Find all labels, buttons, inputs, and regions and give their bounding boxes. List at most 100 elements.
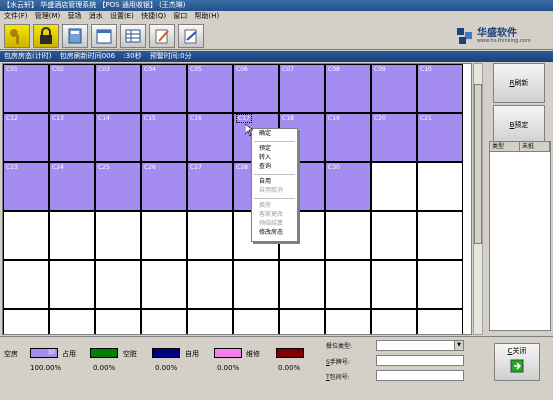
context-menu-item: 客家更改	[259, 211, 284, 218]
room-tile[interactable]: C14	[95, 113, 141, 162]
room-tile-empty[interactable]	[325, 211, 371, 260]
room-tile[interactable]: C16	[187, 113, 233, 162]
room-tile-empty[interactable]	[49, 211, 95, 260]
refresh-button[interactable]: R 刷新	[493, 63, 545, 103]
close-button-label: C关闭	[495, 346, 539, 356]
edit-button[interactable]	[149, 24, 175, 48]
menu-settings[interactable]: 设置(E)	[110, 12, 134, 20]
seat-type-select[interactable]: ▼	[376, 340, 464, 351]
room-tile[interactable]: C09	[371, 64, 417, 113]
room-tile[interactable]: C13	[49, 113, 95, 162]
room-tile[interactable]: C26	[141, 162, 187, 211]
room-tile[interactable]: C15	[141, 113, 187, 162]
menu-manage[interactable]: 管理(M)	[35, 12, 61, 20]
pencil-edit-icon	[155, 29, 169, 44]
lock-button[interactable]	[33, 24, 59, 48]
grid-scrollbar[interactable]	[473, 63, 483, 335]
menu-flow[interactable]: 消水	[89, 12, 103, 20]
room-tile-empty[interactable]	[325, 309, 371, 334]
room-label: C10	[420, 66, 432, 73]
room-tile-empty[interactable]	[371, 309, 417, 334]
room-tile[interactable]: C05	[187, 64, 233, 113]
room-label: C12	[6, 115, 18, 122]
menu-shortcuts[interactable]: 快捷(Q)	[141, 12, 166, 20]
room-tile-empty[interactable]	[417, 260, 463, 309]
scrollbar-thumb[interactable]	[474, 84, 482, 244]
menu-file[interactable]: 文件(F)	[4, 12, 28, 20]
room-tile-empty[interactable]	[49, 309, 95, 334]
room-tile-empty[interactable]	[141, 309, 187, 334]
room-tile-empty[interactable]	[371, 260, 417, 309]
room-tile[interactable]: C21	[417, 113, 463, 162]
room-tile[interactable]	[417, 162, 463, 211]
calendar-button[interactable]	[91, 24, 117, 48]
room-tile[interactable]: C08	[325, 64, 371, 113]
sign-button[interactable]	[178, 24, 204, 48]
room-tile[interactable]: C07	[279, 64, 325, 113]
room-tile-empty[interactable]	[417, 211, 463, 260]
room-label: C03	[98, 66, 110, 73]
room-label: C15	[144, 115, 156, 122]
calculator-button[interactable]	[62, 24, 88, 48]
close-button[interactable]: C关闭	[494, 343, 540, 381]
room-tile[interactable]: C12	[3, 113, 49, 162]
room-tile[interactable]: C01	[3, 64, 49, 113]
reserve-button[interactable]: B 预定	[493, 105, 545, 145]
room-tile-empty[interactable]	[417, 309, 463, 334]
room-tile-empty[interactable]	[233, 309, 279, 334]
context-menu-item[interactable]: 转入	[252, 153, 297, 162]
room-tile-empty[interactable]	[141, 260, 187, 309]
room-tile-empty[interactable]	[279, 309, 325, 334]
room-label: C30	[328, 164, 340, 171]
room-tile[interactable]: C04	[141, 64, 187, 113]
room-tile[interactable]: C03	[95, 64, 141, 113]
room-tile-empty[interactable]	[187, 260, 233, 309]
side-panel: R 刷新 B 预定 类型 未抵	[485, 63, 551, 335]
room-tile[interactable]: C02	[49, 64, 95, 113]
room-tile[interactable]: C19	[325, 113, 371, 162]
room-tile-empty[interactable]	[279, 260, 325, 309]
wristband-input[interactable]	[376, 355, 464, 366]
room-tile-empty[interactable]	[3, 211, 49, 260]
calendar-icon	[96, 29, 112, 44]
room-tile[interactable]	[371, 162, 417, 211]
room-tile-empty[interactable]	[187, 211, 233, 260]
room-tile-empty[interactable]	[95, 260, 141, 309]
context-menu-item[interactable]: 确定	[252, 129, 297, 138]
room-tile-empty[interactable]	[95, 309, 141, 334]
room-tile-empty[interactable]	[141, 211, 187, 260]
room-tile-empty[interactable]	[187, 309, 233, 334]
room-tile[interactable]: C27	[187, 162, 233, 211]
brand-url: www.hs-thinking.com	[477, 38, 531, 44]
key-button[interactable]	[4, 24, 30, 48]
context-menu-item[interactable]: 预定	[252, 144, 297, 153]
room-tile[interactable]: C24	[49, 162, 95, 211]
menu-window[interactable]: 窗口	[173, 12, 187, 20]
context-menu-item[interactable]: 查询	[252, 162, 297, 171]
room-tile-empty[interactable]	[3, 309, 49, 334]
package-input[interactable]	[376, 370, 464, 381]
room-tile[interactable]: C25	[95, 162, 141, 211]
room-tile[interactable]: C20	[371, 113, 417, 162]
room-tile-empty[interactable]	[95, 211, 141, 260]
room-label: C26	[144, 164, 156, 171]
room-tile[interactable]: C10	[417, 64, 463, 113]
room-label: C20	[374, 115, 386, 122]
room-tile-empty[interactable]	[3, 260, 49, 309]
room-tile-empty[interactable]	[49, 260, 95, 309]
room-tile[interactable]: C06	[233, 64, 279, 113]
exit-icon	[510, 359, 524, 373]
menu-venue[interactable]: 营场	[67, 12, 81, 20]
room-tile-empty[interactable]	[371, 211, 417, 260]
room-tile-empty[interactable]	[233, 260, 279, 309]
context-menu-item[interactable]: 自用	[252, 177, 297, 186]
context-menu-item[interactable]: 修改房态	[252, 228, 297, 237]
room-grid: C01 C02 C03 C04 C05 C06 C07 C08 C09 C10 C12 C13 C14 C…	[2, 63, 472, 335]
room-tile-empty[interactable]	[325, 260, 371, 309]
room-tile[interactable]: C23	[3, 162, 49, 211]
table-grid-button[interactable]	[120, 24, 146, 48]
seat-type-label: 餐位类型:	[326, 343, 353, 350]
room-tile[interactable]: C30	[325, 162, 371, 211]
menu-help[interactable]: 帮助(H)	[195, 12, 220, 20]
room-label: C08	[328, 66, 340, 73]
